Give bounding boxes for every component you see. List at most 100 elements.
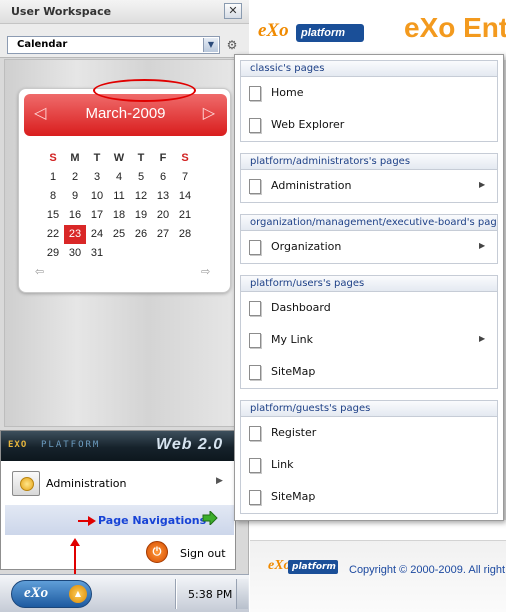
- chevron-down-icon[interactable]: ▼: [203, 38, 218, 52]
- nav-group-title: organization/management/executive-board'…: [241, 215, 497, 231]
- nav-page-item[interactable]: Home: [241, 77, 497, 109]
- workspace-title: User Workspace: [11, 5, 112, 18]
- calendar-day[interactable]: 24: [86, 225, 108, 244]
- next-month-icon[interactable]: ▷: [203, 103, 215, 122]
- calendar-week-row: 29 30 31: [42, 244, 218, 263]
- next-year-icon[interactable]: ⇨: [201, 265, 210, 278]
- start-menu-item-page-navigations[interactable]: Page Navigations: [5, 505, 234, 535]
- annotation-highlight-circle: [93, 79, 196, 102]
- app-select-value: Calendar: [17, 39, 68, 50]
- page-footer: [250, 540, 506, 612]
- weekday-header: F: [159, 152, 167, 164]
- nav-page-item[interactable]: Link: [241, 449, 497, 481]
- page-navigations-label: Page Navigations: [98, 514, 207, 527]
- nav-page-label: Link: [271, 458, 294, 471]
- taskbar-clock: 5:38 PM: [188, 588, 233, 601]
- nav-page-item[interactable]: SiteMap: [241, 481, 497, 513]
- calendar-day[interactable]: 7: [174, 168, 196, 187]
- calendar-day[interactable]: 2: [64, 168, 86, 187]
- taskbar-separator: [175, 579, 177, 609]
- start-menu-tagline: Web 2.0: [156, 436, 224, 453]
- calendar-day[interactable]: 25: [108, 225, 130, 244]
- calendar-day[interactable]: 12: [130, 187, 152, 206]
- calendar-day[interactable]: 4: [108, 168, 130, 187]
- start-menu: EXO PLATFORM Web 2.0 Administration ▶ Pa…: [0, 430, 236, 570]
- start-menu-brand-suffix: PLATFORM: [41, 440, 101, 450]
- taskbar: eXo ▲ 5:38 PM: [0, 574, 249, 612]
- calendar-day[interactable]: 1: [42, 168, 64, 187]
- calendar-day[interactable]: 8: [42, 187, 64, 206]
- calendar-day[interactable]: 3: [86, 168, 108, 187]
- calendar-day[interactable]: 31: [86, 244, 108, 263]
- start-menu-brand: EXO: [8, 440, 28, 450]
- nav-page-label: Organization: [271, 240, 342, 253]
- calendar-weeks: 1 2 3 4 5 6 7 8 9 10 11 12 13 14 15 16 17 18 19 20 21 22 23 24 2…: [42, 168, 218, 263]
- nav-group: platform/administrators's pages Administr…: [240, 153, 498, 203]
- page-icon: [249, 301, 261, 316]
- nav-page-label: My Link: [271, 333, 314, 346]
- prev-year-icon[interactable]: ⇦: [35, 265, 44, 278]
- nav-group: platform/guests's pages Register Link SiteM…: [240, 400, 498, 514]
- start-menu-item-signout[interactable]: ⏻ Sign out: [5, 537, 233, 569]
- calendar-day[interactable]: 16: [64, 206, 86, 225]
- page-icon: [249, 86, 261, 101]
- nav-group-title: platform/guests's pages: [241, 401, 497, 417]
- calendar-day[interactable]: 5: [130, 168, 152, 187]
- calendar-day[interactable]: 13: [152, 187, 174, 206]
- nav-page-item[interactable]: Organization ▶: [241, 231, 497, 263]
- nav-page-label: SiteMap: [271, 490, 316, 503]
- nav-page-label: Administration: [271, 179, 352, 192]
- page-icon: [249, 458, 261, 473]
- weekday-header: S: [181, 152, 189, 164]
- nav-page-label: Web Explorer: [271, 118, 345, 131]
- page-icon: [249, 365, 261, 380]
- show-desktop-button[interactable]: [236, 579, 248, 609]
- calendar-day[interactable]: 23: [64, 225, 86, 244]
- calendar-day[interactable]: 11: [108, 187, 130, 206]
- calendar-day[interactable]: 28: [174, 225, 196, 244]
- nav-page-item[interactable]: Register: [241, 417, 497, 449]
- chevron-right-icon: ▶: [479, 241, 486, 250]
- wrench-icon[interactable]: ⚙: [224, 36, 240, 54]
- page-banner-title: eXo Ent: [404, 12, 506, 43]
- calendar-day[interactable]: 10: [86, 187, 108, 206]
- calendar-day[interactable]: 19: [130, 206, 152, 225]
- calendar-day[interactable]: 22: [42, 225, 64, 244]
- calendar-month-label: March-2009: [85, 105, 166, 122]
- calendar-day[interactable]: 17: [86, 206, 108, 225]
- page-navigation-popup: classic's pages Home Web Explorer platform/…: [234, 54, 504, 521]
- nav-page-item[interactable]: Dashboard: [241, 292, 497, 324]
- chevron-up-icon: ▲: [69, 585, 87, 603]
- chevron-right-icon: ▶: [479, 180, 486, 189]
- app-select[interactable]: Calendar ▼: [7, 36, 220, 54]
- calendar-day[interactable]: 9: [64, 187, 86, 206]
- calendar-empty-cell: [174, 244, 196, 263]
- calendar-day[interactable]: 27: [152, 225, 174, 244]
- calendar-day[interactable]: 15: [42, 206, 64, 225]
- calendar-day[interactable]: 21: [174, 206, 196, 225]
- footer-logo-platform-text: platform: [288, 560, 338, 574]
- calendar-day[interactable]: 18: [108, 206, 130, 225]
- weekday-header: M: [70, 152, 80, 164]
- calendar-day[interactable]: 6: [152, 168, 174, 187]
- nav-page-label: SiteMap: [271, 365, 316, 378]
- signout-label: Sign out: [180, 547, 226, 560]
- close-icon[interactable]: ✕: [224, 3, 242, 19]
- exo-start-button[interactable]: eXo ▲: [11, 580, 92, 608]
- chevron-right-icon: ▶: [479, 334, 486, 343]
- weekday-header: W: [113, 152, 125, 164]
- weekday-header: S: [49, 152, 57, 164]
- start-menu-item-administration[interactable]: Administration ▶: [5, 465, 233, 501]
- calendar-day[interactable]: 20: [152, 206, 174, 225]
- start-menu-banner: EXO PLATFORM Web 2.0: [1, 431, 235, 461]
- calendar-day[interactable]: 30: [64, 244, 86, 263]
- calendar-day[interactable]: 14: [174, 187, 196, 206]
- calendar-day[interactable]: 29: [42, 244, 64, 263]
- chevron-right-icon: ▶: [216, 476, 223, 486]
- nav-page-item[interactable]: Administration ▶: [241, 170, 497, 202]
- calendar-day[interactable]: 26: [130, 225, 152, 244]
- nav-page-item[interactable]: My Link ▶: [241, 324, 497, 356]
- nav-page-item[interactable]: Web Explorer: [241, 109, 497, 141]
- nav-page-item[interactable]: SiteMap: [241, 356, 497, 388]
- arrow-right-icon: [202, 511, 218, 525]
